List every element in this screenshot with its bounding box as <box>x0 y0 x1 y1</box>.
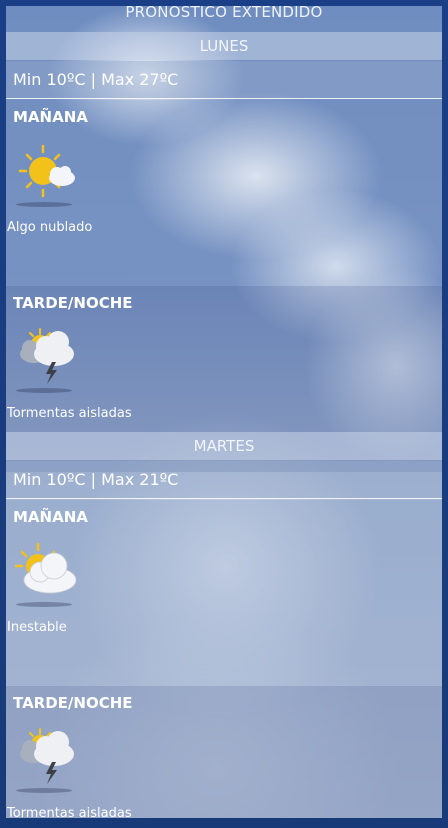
storm-icon <box>20 728 74 784</box>
sun-cloud-icon <box>18 144 75 198</box>
icon-shadow <box>16 602 72 607</box>
forecast-description: Inestable <box>7 620 67 635</box>
day-header-lunes: LUNES <box>6 32 442 60</box>
forecast-morning: MAÑANA Inestable <box>6 500 442 686</box>
icon-shadow <box>16 388 72 393</box>
storm-icon <box>20 328 74 384</box>
forecast-description: Algo nublado <box>7 220 93 235</box>
forecast-description: Tormentas aisladas <box>7 806 132 821</box>
period-title: MAÑANA <box>13 508 88 526</box>
period-title: MAÑANA <box>13 108 88 126</box>
icon-shadow <box>16 202 72 207</box>
period-title: TARDE/NOCHE <box>13 294 133 312</box>
temperature-range: Min 10ºC | Max 21ºC <box>6 461 442 499</box>
temperature-range: Min 10ºC | Max 27ºC <box>6 61 442 99</box>
period-title: TARDE/NOCHE <box>13 694 133 712</box>
forecast-night: TARDE/NOCHE Tormentas aisladas <box>6 686 442 821</box>
forecast-description: Tormentas aisladas <box>7 406 132 421</box>
forecast-morning: MAÑANA Algo nublado <box>6 100 442 286</box>
icon-shadow <box>16 788 72 793</box>
page-title: PRONOSTICO EXTENDIDO <box>125 3 323 21</box>
day-header-martes: MARTES <box>6 432 442 460</box>
cloudy-sun-icon <box>14 542 77 594</box>
